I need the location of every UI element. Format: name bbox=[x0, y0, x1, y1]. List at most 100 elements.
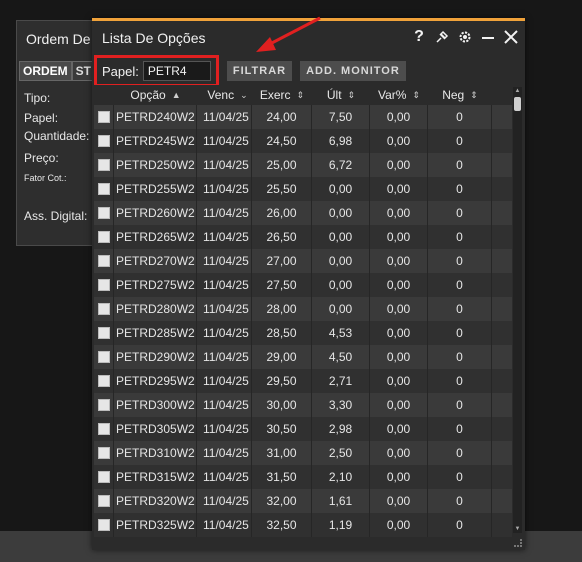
cell-ult: 7,50 bbox=[312, 105, 370, 129]
header-var[interactable]: Var% ⇕ bbox=[370, 85, 428, 105]
table-row[interactable]: PETRD290W2 11/04/25 29,00 4,50 0,00 0 bbox=[94, 345, 512, 369]
cell-venc: 11/04/25 bbox=[197, 393, 252, 417]
table-row[interactable]: PETRD280W2 11/04/25 28,00 0,00 0,00 0 bbox=[94, 297, 512, 321]
gear-icon[interactable] bbox=[457, 29, 473, 45]
table-row[interactable]: PETRD250W2 11/04/25 25,00 6,72 0,00 0 bbox=[94, 153, 512, 177]
row-select-cell bbox=[94, 393, 114, 417]
tab-ordem[interactable]: ORDEM bbox=[19, 61, 72, 81]
cell-venc: 11/04/25 bbox=[197, 321, 252, 345]
cell-venc: 11/04/25 bbox=[197, 345, 252, 369]
order-window-title: Ordem De bbox=[26, 31, 91, 47]
row-checkbox[interactable] bbox=[97, 159, 110, 171]
table-row[interactable]: PETRD240W2 11/04/25 24,00 7,50 0,00 0 bbox=[94, 105, 512, 129]
table-row[interactable]: PETRD315W2 11/04/25 31,50 2,10 0,00 0 bbox=[94, 465, 512, 489]
header-venc[interactable]: Venc ⌄ bbox=[197, 85, 252, 105]
cell-opcao: PETRD245W2 bbox=[114, 129, 197, 153]
cell-ult: 0,00 bbox=[312, 273, 370, 297]
row-checkbox[interactable] bbox=[97, 399, 110, 411]
sort-icon[interactable]: ⇕ bbox=[470, 90, 478, 101]
cell-var: 0,00 bbox=[370, 297, 428, 321]
row-checkbox[interactable] bbox=[97, 111, 110, 123]
table-row[interactable]: PETRD305W2 11/04/25 30,50 2,98 0,00 0 bbox=[94, 417, 512, 441]
cell-exerc: 30,00 bbox=[252, 393, 312, 417]
add-monitor-button[interactable]: ADD. MONITOR bbox=[300, 61, 406, 81]
cell-ult: 6,98 bbox=[312, 129, 370, 153]
row-checkbox[interactable] bbox=[97, 471, 110, 483]
row-select-cell bbox=[94, 225, 114, 249]
row-checkbox[interactable] bbox=[97, 495, 110, 507]
row-checkbox[interactable] bbox=[97, 183, 110, 195]
sort-down-icon[interactable]: ⌄ bbox=[240, 90, 248, 101]
pin-icon[interactable] bbox=[434, 29, 450, 45]
scroll-up-icon[interactable]: ▲ bbox=[513, 87, 522, 95]
header-exerc[interactable]: Exerc ⇕ bbox=[252, 85, 312, 105]
table-row[interactable]: PETRD270W2 11/04/25 27,00 0,00 0,00 0 bbox=[94, 249, 512, 273]
row-checkbox[interactable] bbox=[97, 375, 110, 387]
table-row[interactable]: PETRD260W2 11/04/25 26,00 0,00 0,00 0 bbox=[94, 201, 512, 225]
papel-input[interactable] bbox=[142, 61, 211, 81]
table-row[interactable]: PETRD275W2 11/04/25 27,50 0,00 0,00 0 bbox=[94, 273, 512, 297]
header-opcao[interactable]: Opção ▲ bbox=[114, 85, 197, 105]
row-checkbox[interactable] bbox=[97, 519, 110, 531]
row-checkbox[interactable] bbox=[97, 327, 110, 339]
sort-icon[interactable]: ▲ bbox=[172, 90, 181, 100]
help-icon[interactable]: ? bbox=[411, 28, 427, 45]
header-opcao-label: Opção bbox=[130, 88, 166, 102]
scroll-down-icon[interactable]: ▼ bbox=[513, 525, 522, 533]
header-ult[interactable]: Últ ⇕ bbox=[312, 85, 370, 105]
cell-var: 0,00 bbox=[370, 369, 428, 393]
row-checkbox[interactable] bbox=[97, 303, 110, 315]
cell-venc: 11/04/25 bbox=[197, 441, 252, 465]
row-checkbox[interactable] bbox=[97, 423, 110, 435]
table-row[interactable]: PETRD245W2 11/04/25 24,50 6,98 0,00 0 bbox=[94, 129, 512, 153]
table-row[interactable]: PETRD285W2 11/04/25 28,50 4,53 0,00 0 bbox=[94, 321, 512, 345]
vertical-scrollbar[interactable]: ▲ ▼ bbox=[513, 87, 522, 533]
cell-opcao: PETRD325W2 bbox=[114, 513, 197, 537]
table-row[interactable]: PETRD255W2 11/04/25 25,50 0,00 0,00 0 bbox=[94, 177, 512, 201]
cell-var: 0,00 bbox=[370, 129, 428, 153]
cell-opcao: PETRD275W2 bbox=[114, 273, 197, 297]
sort-icon[interactable]: ⇕ bbox=[412, 90, 420, 101]
cell-exerc: 31,00 bbox=[252, 441, 312, 465]
table-row[interactable]: PETRD310W2 11/04/25 31,00 2,50 0,00 0 bbox=[94, 441, 512, 465]
cell-neg: 0 bbox=[428, 177, 492, 201]
header-neg[interactable]: Neg ⇕ bbox=[428, 85, 492, 105]
minimize-icon[interactable] bbox=[480, 29, 496, 45]
cell-opcao: PETRD270W2 bbox=[114, 249, 197, 273]
row-checkbox[interactable] bbox=[97, 231, 110, 243]
papel-filter-label: Papel: bbox=[102, 63, 139, 79]
papel-highlight-box: Papel: bbox=[94, 55, 219, 87]
row-checkbox[interactable] bbox=[97, 207, 110, 219]
sort-icon[interactable]: ⇕ bbox=[297, 90, 305, 101]
cell-exerc: 29,00 bbox=[252, 345, 312, 369]
cell-var: 0,00 bbox=[370, 153, 428, 177]
table-row[interactable]: PETRD295W2 11/04/25 29,50 2,71 0,00 0 bbox=[94, 369, 512, 393]
window-controls: ? bbox=[411, 28, 519, 45]
order-tabs: ORDEM ST bbox=[19, 61, 96, 81]
table-row[interactable]: PETRD325W2 11/04/25 32,50 1,19 0,00 0 bbox=[94, 513, 512, 537]
sort-icon[interactable]: ⇕ bbox=[348, 90, 356, 101]
cell-var: 0,00 bbox=[370, 513, 428, 537]
cell-exerc: 25,00 bbox=[252, 153, 312, 177]
close-icon[interactable] bbox=[503, 29, 519, 45]
cell-exerc: 30,50 bbox=[252, 417, 312, 441]
cell-var: 0,00 bbox=[370, 249, 428, 273]
row-checkbox[interactable] bbox=[97, 351, 110, 363]
cell-exerc: 29,50 bbox=[252, 369, 312, 393]
cell-ult: 2,10 bbox=[312, 465, 370, 489]
scroll-thumb[interactable] bbox=[514, 97, 521, 111]
row-checkbox[interactable] bbox=[97, 135, 110, 147]
row-checkbox[interactable] bbox=[97, 255, 110, 267]
ass-digital-label: Ass. Digital: bbox=[24, 209, 88, 223]
row-checkbox[interactable] bbox=[97, 279, 110, 291]
cell-neg: 0 bbox=[428, 441, 492, 465]
row-checkbox[interactable] bbox=[97, 447, 110, 459]
cell-var: 0,00 bbox=[370, 345, 428, 369]
filter-button[interactable]: FILTRAR bbox=[226, 61, 293, 81]
table-row[interactable]: PETRD265W2 11/04/25 26,50 0,00 0,00 0 bbox=[94, 225, 512, 249]
table-row[interactable]: PETRD300W2 11/04/25 30,00 3,30 0,00 0 bbox=[94, 393, 512, 417]
resize-grip-icon[interactable] bbox=[514, 539, 522, 547]
cell-ult: 0,00 bbox=[312, 297, 370, 321]
table-row[interactable]: PETRD320W2 11/04/25 32,00 1,61 0,00 0 bbox=[94, 489, 512, 513]
cell-opcao: PETRD295W2 bbox=[114, 369, 197, 393]
